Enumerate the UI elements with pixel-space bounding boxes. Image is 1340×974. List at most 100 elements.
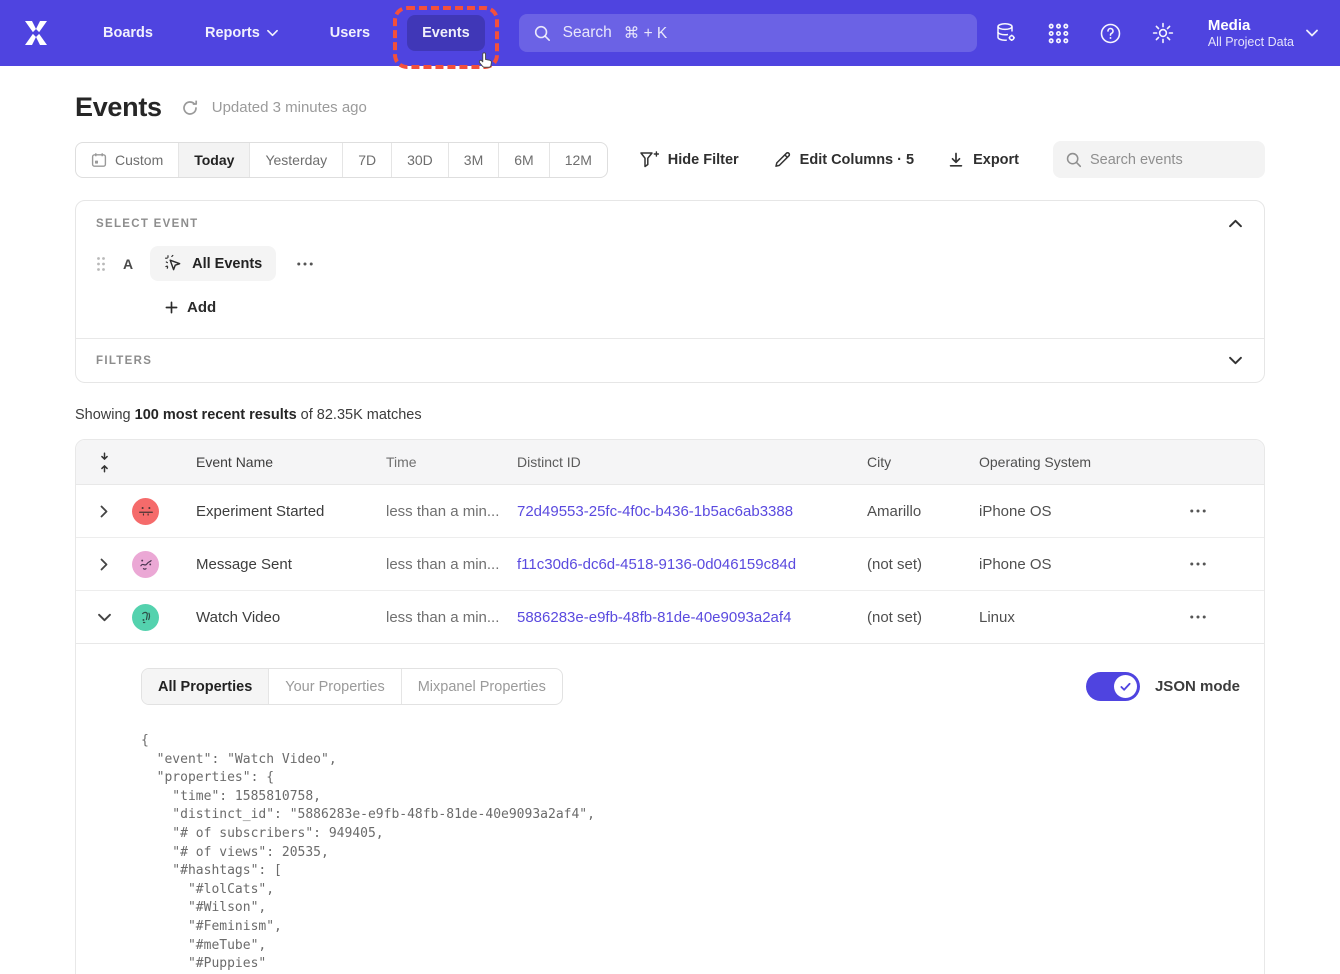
distinct-id-link[interactable]: 72d49553-25fc-4f0c-b436-1b5ac6ab3388 <box>517 503 793 520</box>
add-event-label: Add <box>187 299 216 316</box>
date-range-7d[interactable]: 7D <box>343 143 392 177</box>
results-summary: Showing 100 most recent results of 82.35… <box>75 407 1265 423</box>
column-header-time[interactable]: Time <box>386 454 517 470</box>
nav-item-reports[interactable]: Reports <box>190 15 293 51</box>
search-events-input[interactable] <box>1090 152 1253 168</box>
date-range-12m[interactable]: 12M <box>550 143 607 177</box>
all-events-sparkle-cursor-icon <box>164 254 183 273</box>
project-subtitle: All Project Data <box>1208 35 1294 49</box>
nav-item-events[interactable]: Events <box>407 15 485 51</box>
global-search-shortcut: ⌘ + K <box>624 24 668 43</box>
distinct-id-link[interactable]: 5886283e-e9fb-48fb-81de-40e9093a2af4 <box>517 609 791 626</box>
column-header-distinct-id[interactable]: Distinct ID <box>517 454 867 470</box>
download-icon <box>948 152 964 168</box>
main-content: Events Updated 3 minutes ago Custom <box>0 92 1340 974</box>
date-range-30d[interactable]: 30D <box>392 143 449 177</box>
date-range-custom[interactable]: Custom <box>76 143 179 177</box>
settings-gear-icon[interactable] <box>1151 21 1175 45</box>
tab-all-properties[interactable]: All Properties <box>142 669 269 704</box>
events-table: Event Name Time Distinct ID City Operati… <box>75 439 1265 974</box>
column-header-city[interactable]: City <box>867 454 979 470</box>
os-cell: iPhone OS <box>979 556 1186 573</box>
apps-grid-icon[interactable] <box>1047 22 1070 45</box>
time-cell: less than a min... <box>386 609 517 626</box>
event-selector-pill[interactable]: All Events <box>150 246 276 281</box>
add-event-button[interactable]: Add <box>165 299 216 316</box>
time-cell: less than a min... <box>386 556 517 573</box>
event-name-cell: Message Sent <box>196 556 386 573</box>
city-cell: (not set) <box>867 556 979 573</box>
hide-filter-label: Hide Filter <box>668 152 739 168</box>
tab-your-properties[interactable]: Your Properties <box>269 669 401 704</box>
date-range-today[interactable]: Today <box>179 143 250 177</box>
event-avatar <box>132 498 159 525</box>
date-range-custom-label: Custom <box>115 152 163 168</box>
nav-item-reports-label: Reports <box>205 25 260 41</box>
tab-mixpanel-properties[interactable]: Mixpanel Properties <box>402 669 562 704</box>
help-icon[interactable] <box>1099 22 1122 45</box>
results-summary-suffix: of 82.35K matches <box>297 407 422 423</box>
event-json-code: { "event": "Watch Video", "properties": … <box>141 732 1240 974</box>
row-actions-more-icon[interactable] <box>1186 505 1210 517</box>
drag-handle-icon[interactable] <box>96 256 106 272</box>
page-title: Events <box>75 92 162 123</box>
json-mode-toggle[interactable] <box>1086 672 1140 701</box>
data-management-icon[interactable] <box>994 21 1018 45</box>
search-icon <box>533 24 551 42</box>
table-row[interactable]: Experiment Started less than a min... 72… <box>76 485 1264 538</box>
event-row-letter: A <box>123 256 133 272</box>
export-label: Export <box>973 152 1019 168</box>
event-row-more-icon[interactable] <box>293 258 317 270</box>
updated-timestamp: Updated 3 minutes ago <box>212 99 367 116</box>
global-search-label: Search <box>563 24 612 42</box>
date-range-yesterday[interactable]: Yesterday <box>250 143 343 177</box>
row-actions-more-icon[interactable] <box>1186 611 1210 623</box>
table-row[interactable]: Watch Video less than a min... 5886283e-… <box>76 591 1264 644</box>
expand-row-chevron-right-icon[interactable] <box>96 554 112 575</box>
collapse-section-chevron-up-icon[interactable] <box>1227 217 1244 230</box>
toggle-knob <box>1114 675 1137 698</box>
search-icon <box>1065 151 1082 168</box>
city-cell: (not set) <box>867 609 979 626</box>
refresh-icon[interactable] <box>181 99 199 117</box>
properties-tabs: All Properties Your Properties Mixpanel … <box>141 668 563 705</box>
hand-cursor-icon <box>476 50 497 75</box>
os-cell: iPhone OS <box>979 503 1186 520</box>
event-name-cell: Watch Video <box>196 609 386 626</box>
collapse-all-rows-icon[interactable] <box>98 452 111 473</box>
project-switcher[interactable]: Media All Project Data <box>1208 17 1318 50</box>
select-event-section-label: SELECT EVENT <box>96 218 199 230</box>
filter-funnel-icon <box>639 151 659 169</box>
expand-filters-chevron-down-icon[interactable] <box>1227 354 1244 367</box>
distinct-id-link[interactable]: f11c30d6-dc6d-4518-9136-0d046159c84d <box>517 556 796 573</box>
nav-item-boards[interactable]: Boards <box>88 15 168 51</box>
expand-row-chevron-right-icon[interactable] <box>96 501 112 522</box>
edit-columns-button[interactable]: Edit Columns · 5 <box>773 151 914 169</box>
event-detail-panel: All Properties Your Properties Mixpanel … <box>76 644 1264 974</box>
export-button[interactable]: Export <box>948 152 1019 168</box>
hide-filter-button[interactable]: Hide Filter <box>639 151 739 169</box>
global-search-button[interactable]: Search ⌘ + K <box>519 14 977 52</box>
table-row[interactable]: Message Sent less than a min... f11c30d6… <box>76 538 1264 591</box>
column-header-os[interactable]: Operating System <box>979 454 1186 470</box>
event-avatar <box>132 604 159 631</box>
chevron-down-icon <box>1306 29 1318 37</box>
results-summary-prefix: Showing <box>75 407 135 423</box>
date-range-picker: Custom Today Yesterday 7D 30D 3M 6M 12M <box>75 142 608 178</box>
json-mode-label: JSON mode <box>1155 678 1240 695</box>
date-range-3m[interactable]: 3M <box>449 143 499 177</box>
row-actions-more-icon[interactable] <box>1186 558 1210 570</box>
edit-columns-label: Edit Columns · 5 <box>800 152 914 168</box>
city-cell: Amarillo <box>867 503 979 520</box>
top-navbar: Boards Reports Users Events Search ⌘ + K <box>0 0 1340 66</box>
plus-icon <box>165 301 178 314</box>
collapse-row-chevron-down-icon[interactable] <box>94 609 115 626</box>
search-events-field[interactable] <box>1053 141 1265 178</box>
date-range-6m[interactable]: 6M <box>499 143 549 177</box>
column-header-event-name[interactable]: Event Name <box>196 454 386 470</box>
mixpanel-logo[interactable] <box>22 18 52 48</box>
nav-item-users[interactable]: Users <box>315 15 385 51</box>
time-cell: less than a min... <box>386 503 517 520</box>
table-header-row: Event Name Time Distinct ID City Operati… <box>76 440 1264 485</box>
query-builder-card: SELECT EVENT A <box>75 200 1265 383</box>
